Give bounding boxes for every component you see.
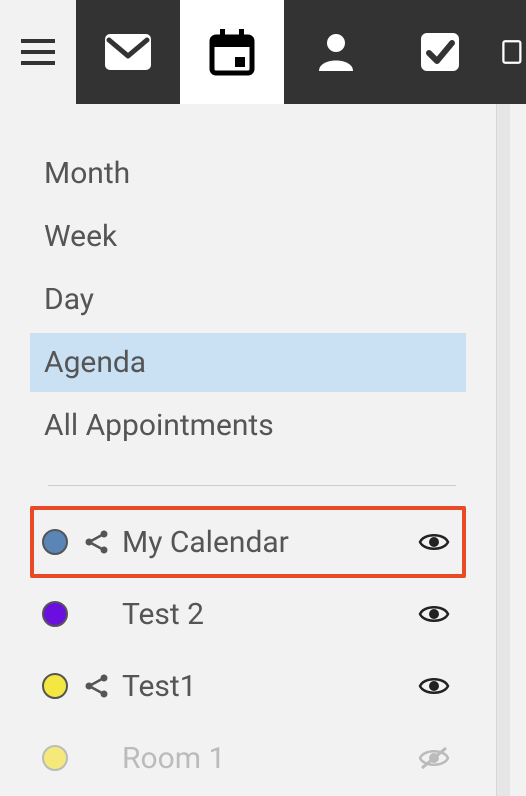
tab-contacts[interactable] xyxy=(284,0,388,104)
calendar-label: Test1 xyxy=(122,669,414,704)
eye-icon[interactable] xyxy=(414,603,454,625)
tab-calendar[interactable] xyxy=(180,0,284,104)
calendar-icon xyxy=(207,27,257,77)
view-agenda[interactable]: Agenda xyxy=(30,333,466,392)
right-gap xyxy=(510,104,526,796)
note-icon xyxy=(500,29,526,75)
scrollbar[interactable] xyxy=(496,104,510,796)
eye-icon[interactable] xyxy=(414,531,454,553)
calendar-color-dot xyxy=(42,529,68,555)
content-area: Month Week Day Agenda All Appointments xyxy=(0,104,526,796)
mail-icon xyxy=(103,32,153,72)
tab-notes[interactable] xyxy=(492,0,526,104)
calendar-sidebar: Month Week Day Agenda All Appointments xyxy=(0,104,496,796)
calendar-item-test1[interactable]: Test1 xyxy=(30,650,466,722)
tab-mail[interactable] xyxy=(76,0,180,104)
eye-off-icon[interactable] xyxy=(414,746,454,770)
calendar-label: My Calendar xyxy=(122,525,414,560)
top-toolbar xyxy=(0,0,526,104)
app-tabs xyxy=(76,0,526,104)
calendar-color-dot xyxy=(42,745,68,771)
check-icon xyxy=(417,29,463,75)
menu-button[interactable] xyxy=(0,0,76,104)
view-week[interactable]: Week xyxy=(30,207,466,266)
calendar-item-test-2[interactable]: Test 2 xyxy=(30,578,466,650)
calendar-color-dot xyxy=(42,673,68,699)
calendar-item-my-calendar[interactable]: My Calendar xyxy=(30,506,466,578)
hamburger-icon xyxy=(21,39,55,65)
calendar-item-room-1[interactable]: Room 1 xyxy=(30,722,466,794)
view-day[interactable]: Day xyxy=(30,270,466,329)
view-month[interactable]: Month xyxy=(30,144,466,203)
calendar-color-dot xyxy=(42,601,68,627)
share-icon xyxy=(82,673,112,699)
share-icon xyxy=(82,529,112,555)
calendar-list: My Calendar Test 2 xyxy=(0,506,496,794)
calendar-label: Test 2 xyxy=(122,597,414,632)
person-icon xyxy=(313,29,359,75)
tab-tasks[interactable] xyxy=(388,0,492,104)
eye-icon[interactable] xyxy=(414,675,454,697)
divider xyxy=(48,485,456,486)
view-all-appointments[interactable]: All Appointments xyxy=(30,396,466,455)
view-mode-list: Month Week Day Agenda All Appointments xyxy=(0,144,496,455)
calendar-label: Room 1 xyxy=(122,741,414,776)
